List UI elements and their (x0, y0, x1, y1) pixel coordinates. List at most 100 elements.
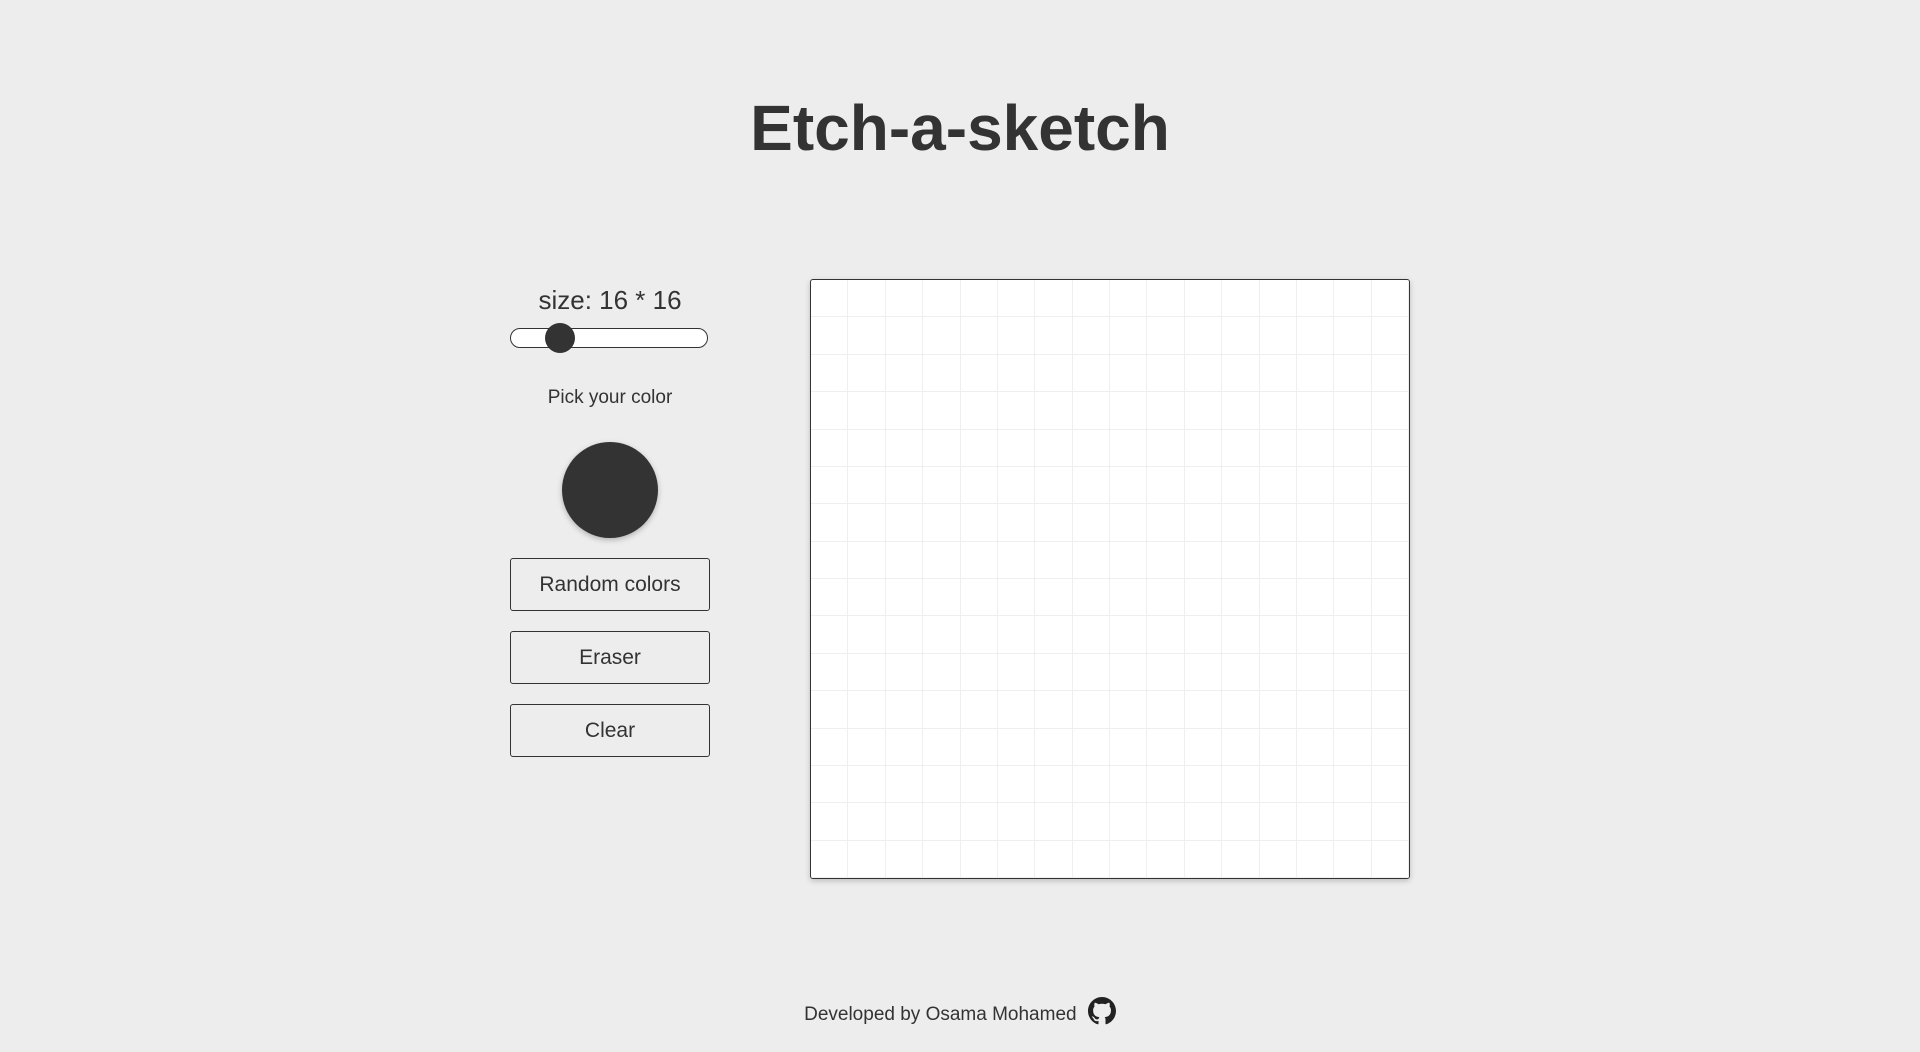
grid-cell[interactable] (848, 579, 886, 617)
grid-cell[interactable] (923, 317, 961, 355)
eraser-button[interactable]: Eraser (510, 631, 710, 684)
grid-cell[interactable] (1110, 354, 1148, 393)
grid-cell[interactable] (1110, 616, 1148, 654)
grid-cell[interactable] (848, 541, 886, 579)
grid-cell[interactable] (848, 728, 886, 766)
grid-cell[interactable] (1072, 840, 1110, 878)
grid-cell[interactable] (1222, 541, 1260, 579)
grid-cell[interactable] (960, 504, 998, 542)
random-colors-button[interactable]: Random colors (510, 558, 710, 611)
grid-cell[interactable] (1334, 579, 1372, 617)
grid-cell[interactable] (997, 728, 1036, 766)
grid-cell[interactable] (1334, 466, 1372, 505)
grid-cell[interactable] (848, 466, 886, 505)
grid-cell[interactable] (960, 466, 998, 505)
grid-cell[interactable] (960, 653, 998, 692)
grid-cell[interactable] (997, 317, 1036, 355)
grid-cell[interactable] (1222, 317, 1260, 355)
grid-cell[interactable] (923, 429, 961, 467)
grid-cell[interactable] (885, 504, 924, 542)
grid-cell[interactable] (1072, 691, 1110, 729)
grid-cell[interactable] (885, 653, 924, 692)
grid-cell[interactable] (1259, 429, 1297, 467)
grid-cell[interactable] (1259, 466, 1297, 505)
grid-cell[interactable] (1334, 616, 1372, 654)
grid-cell[interactable] (1110, 653, 1148, 692)
grid-cell[interactable] (1222, 653, 1260, 692)
grid-cell[interactable] (1110, 765, 1148, 804)
grid-cell[interactable] (811, 765, 849, 804)
grid-cell[interactable] (1072, 653, 1110, 692)
grid-cell[interactable] (923, 392, 961, 430)
grid-cell[interactable] (1072, 392, 1110, 430)
grid-cell[interactable] (1184, 541, 1223, 579)
grid-cell[interactable] (923, 541, 961, 579)
grid-cell[interactable] (1296, 803, 1335, 841)
grid-cell[interactable] (923, 504, 961, 542)
grid-cell[interactable] (811, 504, 849, 542)
grid-cell[interactable] (1035, 504, 1073, 542)
grid-cell[interactable] (1072, 354, 1110, 393)
grid-cell[interactable] (1035, 840, 1073, 878)
grid-cell[interactable] (1296, 280, 1335, 318)
size-slider[interactable] (510, 323, 708, 353)
grid-cell[interactable] (885, 541, 924, 579)
grid-cell[interactable] (1072, 466, 1110, 505)
grid-cell[interactable] (1035, 429, 1073, 467)
grid-cell[interactable] (1147, 728, 1185, 766)
grid-cell[interactable] (1222, 280, 1260, 318)
grid-cell[interactable] (923, 280, 961, 318)
grid-cell[interactable] (811, 840, 849, 878)
color-picker[interactable] (562, 442, 658, 538)
clear-button[interactable]: Clear (510, 704, 710, 757)
grid-cell[interactable] (1222, 691, 1260, 729)
grid-cell[interactable] (1296, 354, 1335, 393)
grid-cell[interactable] (1296, 653, 1335, 692)
grid-cell[interactable] (923, 579, 961, 617)
grid-cell[interactable] (1035, 616, 1073, 654)
grid-cell[interactable] (997, 466, 1036, 505)
grid-cell[interactable] (1147, 466, 1185, 505)
grid-cell[interactable] (1259, 765, 1297, 804)
grid-cell[interactable] (997, 429, 1036, 467)
grid-cell[interactable] (1296, 504, 1335, 542)
grid-cell[interactable] (1259, 579, 1297, 617)
grid-cell[interactable] (1110, 728, 1148, 766)
grid-cell[interactable] (997, 840, 1036, 878)
grid-cell[interactable] (1147, 616, 1185, 654)
grid-cell[interactable] (848, 616, 886, 654)
grid-cell[interactable] (848, 317, 886, 355)
grid-cell[interactable] (1371, 728, 1409, 766)
grid-cell[interactable] (848, 429, 886, 467)
grid-cell[interactable] (848, 354, 886, 393)
grid-cell[interactable] (1147, 354, 1185, 393)
grid-cell[interactable] (811, 280, 849, 318)
grid-cell[interactable] (1110, 803, 1148, 841)
grid-cell[interactable] (1371, 392, 1409, 430)
grid-cell[interactable] (923, 728, 961, 766)
grid-cell[interactable] (1371, 616, 1409, 654)
grid-cell[interactable] (923, 840, 961, 878)
grid-cell[interactable] (1371, 803, 1409, 841)
size-slider-thumb[interactable] (545, 323, 576, 353)
grid-cell[interactable] (1259, 803, 1297, 841)
grid-cell[interactable] (1184, 429, 1223, 467)
grid-cell[interactable] (1222, 765, 1260, 804)
grid-cell[interactable] (1222, 504, 1260, 542)
grid-cell[interactable] (1184, 765, 1223, 804)
grid-cell[interactable] (885, 691, 924, 729)
grid-cell[interactable] (1184, 616, 1223, 654)
grid-cell[interactable] (1035, 728, 1073, 766)
grid-cell[interactable] (811, 728, 849, 766)
grid-cell[interactable] (960, 354, 998, 393)
grid-cell[interactable] (1296, 728, 1335, 766)
grid-cell[interactable] (1334, 354, 1372, 393)
grid-cell[interactable] (1222, 579, 1260, 617)
grid-cell[interactable] (811, 616, 849, 654)
grid-cell[interactable] (1296, 579, 1335, 617)
grid-cell[interactable] (848, 280, 886, 318)
sketch-grid[interactable] (810, 279, 1410, 879)
grid-cell[interactable] (1072, 765, 1110, 804)
grid-cell[interactable] (1296, 317, 1335, 355)
grid-cell[interactable] (997, 653, 1036, 692)
